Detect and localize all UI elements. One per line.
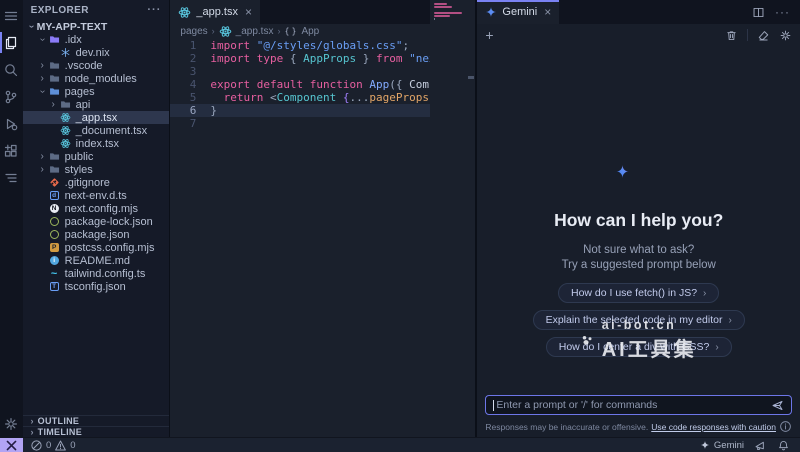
explorer-more-actions-icon[interactable]: ··· — [147, 4, 161, 16]
menu-icon[interactable] — [0, 2, 23, 29]
delete-chat-icon[interactable] — [725, 29, 738, 42]
tab-gemini[interactable]: Gemini × — [477, 0, 559, 24]
tree-item-my-app-text[interactable]: ›MY-APP-TEXT — [23, 20, 170, 33]
symbol-icon — [284, 25, 297, 38]
tree-item--idx[interactable]: ›.idx — [23, 33, 170, 46]
gemini-tab-bar: Gemini × ··· — [477, 0, 800, 24]
sidebar-sections: ›OUTLINE›TIMELINE — [23, 415, 170, 437]
problems-status[interactable]: 0 0 — [30, 439, 76, 452]
gemini-status-item[interactable]: Gemini — [700, 440, 744, 451]
gemini-disclaimer: Responses may be inaccurate or offensive… — [485, 420, 792, 433]
gemini-input-area: Responses may be inaccurate or offensive… — [477, 389, 800, 437]
file-tree: ›MY-APP-TEXT›.idx dev.nix›.vscode›node_m… — [23, 20, 170, 293]
tree-item-package-lock-json[interactable]: package-lock.json — [23, 215, 170, 228]
tree-item-dev-nix[interactable]: dev.nix — [23, 46, 170, 59]
react-icon — [219, 25, 232, 38]
close-gemini-tab-icon[interactable]: × — [544, 5, 551, 19]
tree-item-public[interactable]: ›public — [23, 150, 170, 163]
react-icon — [178, 6, 191, 19]
explorer-sidebar: EXPLORER ··· ›MY-APP-TEXT›.idx dev.nix›.… — [23, 0, 171, 437]
new-chat-button[interactable]: + — [485, 27, 493, 43]
notifications-bell-icon[interactable] — [777, 439, 790, 452]
info-icon — [779, 420, 792, 433]
suggested-prompt-2[interactable]: Explain the selected code in my editor› — [533, 310, 745, 330]
text-caret — [493, 400, 494, 411]
editor-group: _app.tsx × ··· pages › _app.tsx › App 1i… — [170, 0, 475, 437]
gemini-greeting: How can I help you? — [554, 210, 723, 231]
suggested-prompts: How do I use fetch() in JS?› Explain the … — [533, 283, 745, 357]
gemini-subtitle: Not sure what to ask? Try a suggested pr… — [562, 243, 716, 273]
gemini-toolbar: + — [477, 24, 800, 46]
tab-app-tsx[interactable]: _app.tsx × — [170, 0, 260, 24]
sidebar-section-outline[interactable]: ›OUTLINE — [23, 415, 170, 426]
gemini-tab-label: Gemini — [502, 6, 537, 18]
tree-item-postcss-config-mjs[interactable]: Ppostcss.config.mjs — [23, 241, 170, 254]
gemini-chat-body: How can I help you? Not sure what to ask… — [477, 46, 800, 389]
tree-item--vscode[interactable]: ›.vscode — [23, 59, 170, 72]
breadcrumb-pages[interactable]: pages — [180, 26, 207, 37]
remote-indicator[interactable] — [0, 438, 23, 452]
remote-tools-icon — [5, 439, 18, 452]
tree-item--app-tsx[interactable]: _app.tsx — [23, 111, 170, 124]
tree-item-tsconfig-json[interactable]: Ttsconfig.json — [23, 280, 170, 293]
gemini-sparkle-icon — [485, 6, 497, 18]
close-tab-icon[interactable]: × — [245, 5, 252, 19]
tree-item-node-modules[interactable]: ›node_modules — [23, 72, 170, 85]
tab-label: _app.tsx — [196, 6, 238, 18]
tree-item-styles[interactable]: ›styles — [23, 163, 170, 176]
gemini-logo — [616, 146, 662, 196]
tree-item-api[interactable]: ›api — [23, 98, 170, 111]
suggested-prompt-3[interactable]: How do I center a div with CSS?› — [546, 337, 732, 357]
run-debug-icon[interactable] — [0, 110, 23, 137]
tree-item-pages[interactable]: ›pages — [23, 85, 170, 98]
send-icon[interactable] — [771, 399, 784, 412]
tree-item-next-config-mjs[interactable]: Nnext.config.mjs — [23, 202, 170, 215]
clear-chat-icon[interactable] — [757, 29, 770, 42]
split-editor-icon[interactable] — [752, 6, 765, 19]
sparkle-icon — [700, 440, 710, 450]
breadcrumb-file[interactable]: _app.tsx — [236, 26, 274, 37]
search-icon[interactable] — [0, 56, 23, 83]
gemini-panel: Gemini × ··· + — [475, 0, 800, 437]
explorer-title: EXPLORER — [31, 5, 89, 16]
tree-item-index-tsx[interactable]: index.tsx — [23, 137, 170, 150]
warnings-icon — [54, 439, 67, 452]
extensions-icon[interactable] — [0, 137, 23, 164]
gemini-settings-icon[interactable] — [779, 29, 792, 42]
explorer-icon[interactable] — [0, 29, 23, 56]
suggested-prompt-1[interactable]: How do I use fetch() in JS?› — [558, 283, 719, 303]
ide-window: EXPLORER ··· ›MY-APP-TEXT›.idx dev.nix›.… — [0, 0, 800, 452]
tree-item-readme-md[interactable]: iREADME.md — [23, 254, 170, 267]
prompt-input[interactable] — [496, 399, 771, 411]
sidebar-section-timeline[interactable]: ›TIMELINE — [23, 426, 170, 437]
panel-more-icon[interactable]: ··· — [775, 5, 790, 19]
status-bar: 0 0 Gemini — [0, 437, 800, 452]
errors-icon — [30, 439, 43, 452]
feedback-icon[interactable] — [754, 439, 767, 452]
settings-gear-icon[interactable] — [0, 410, 23, 437]
idx-panel-icon[interactable] — [0, 164, 23, 191]
activity-bar — [0, 0, 23, 437]
caution-link[interactable]: Use code responses with caution — [651, 422, 776, 432]
minimap[interactable] — [430, 0, 467, 437]
tree-item-next-env-d-ts[interactable]: dnext-env.d.ts — [23, 189, 170, 202]
tree-item--gitignore[interactable]: .gitignore — [23, 176, 170, 189]
source-control-icon[interactable] — [0, 83, 23, 110]
editor-scrollbar[interactable] — [467, 0, 475, 437]
tree-item--document-tsx[interactable]: _document.tsx — [23, 124, 170, 137]
breadcrumb-symbol[interactable]: App — [301, 26, 319, 37]
tree-item-package-json[interactable]: package.json — [23, 228, 170, 241]
tree-item-tailwind-config-ts[interactable]: ~tailwind.config.ts — [23, 267, 170, 280]
